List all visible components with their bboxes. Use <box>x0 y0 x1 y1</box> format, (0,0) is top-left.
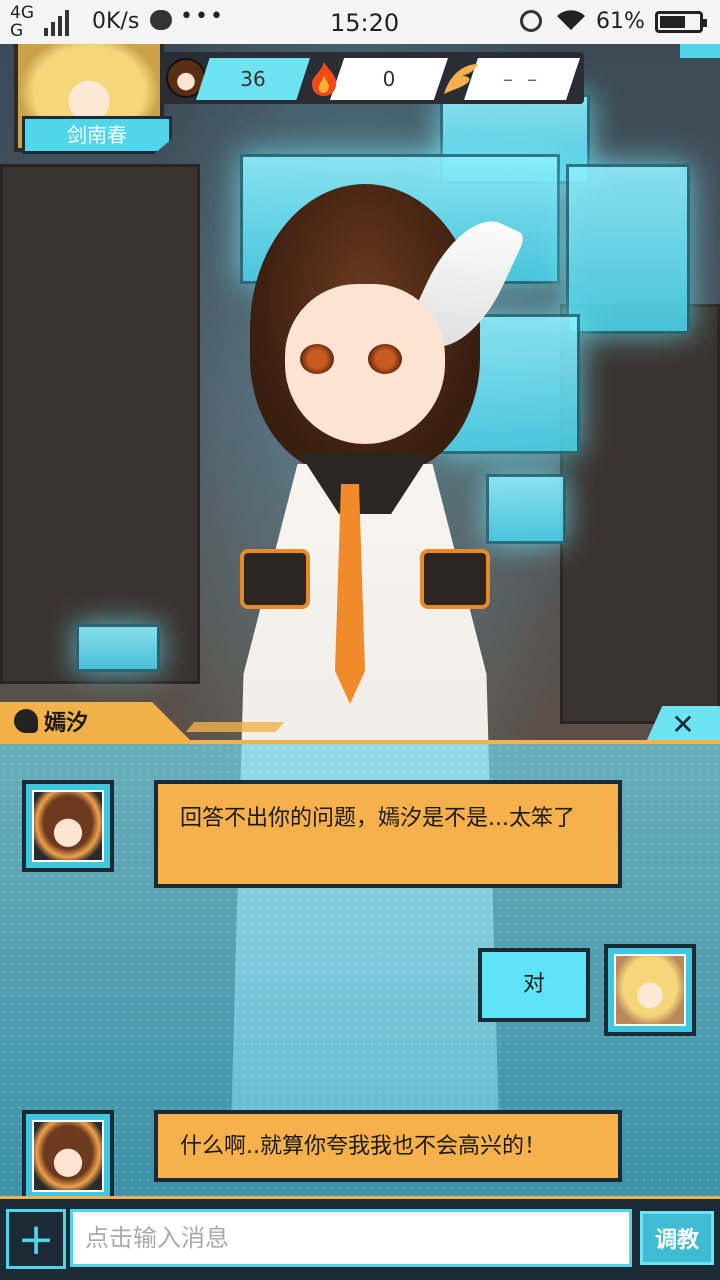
character-head-icon <box>14 709 38 733</box>
npc-portrait <box>34 1122 102 1190</box>
fire-stat: 0 <box>330 58 448 100</box>
message-input[interactable] <box>70 1209 632 1267</box>
character-eye <box>368 344 402 374</box>
battery-percent: 61% <box>596 9 645 34</box>
message-bubble-player[interactable]: 对 <box>478 948 590 1022</box>
wing-stat: – – <box>464 58 580 100</box>
status-bar: 4G G 0K/s ••• 15:20 61% <box>0 0 720 44</box>
player-name[interactable]: 剑南春 <box>22 116 172 154</box>
speaker-name: 嫣汐 <box>44 711 89 736</box>
chat-panel[interactable]: 回答不出你的问题，嫣汐是不是...太笨了 对 什么啊..就算你夸我我也不会高兴的… <box>0 740 720 1202</box>
network-type: 4G G <box>10 3 34 41</box>
npc-avatar[interactable] <box>22 780 114 872</box>
holo-screen <box>566 164 690 334</box>
clock: 15:20 <box>330 9 400 37</box>
message-bubble-npc[interactable]: 什么啊..就算你夸我我也不会高兴的！ <box>154 1110 622 1182</box>
holo-screen <box>486 474 566 544</box>
teach-button[interactable]: 调教 <box>640 1211 714 1265</box>
laptop-screen <box>76 624 160 672</box>
alarm-icon <box>520 10 542 32</box>
npc-portrait <box>34 792 102 860</box>
tag-stripe-decoration <box>185 722 285 732</box>
message-text: 回答不出你的问题，嫣汐是不是...太笨了 <box>180 806 575 831</box>
character-sleeve <box>420 549 490 609</box>
message-text: 对 <box>522 972 545 997</box>
battery-icon <box>655 11 707 33</box>
message-bubble-npc[interactable]: 回答不出你的问题，嫣汐是不是...太笨了 <box>154 780 622 888</box>
signal-icon <box>44 6 69 36</box>
wing-icon <box>444 64 478 94</box>
bookshelf-left <box>0 164 200 684</box>
network-speed: 0K/s <box>92 9 140 34</box>
more-notifications: ••• <box>180 4 225 29</box>
wifi-icon <box>557 10 585 30</box>
player-chat-avatar[interactable] <box>604 944 696 1036</box>
fire-icon <box>312 62 337 96</box>
character-eye <box>300 344 334 374</box>
corner-decoration <box>680 44 720 58</box>
level-stat: 36 <box>196 58 310 100</box>
input-bar: + 调教 <box>0 1196 720 1280</box>
player-chat-portrait <box>616 956 684 1024</box>
message-text: 什么啊..就算你夸我我也不会高兴的！ <box>180 1134 546 1159</box>
plus-button[interactable]: + <box>6 1209 66 1269</box>
message-notification-icon <box>150 10 172 30</box>
bookshelf-right <box>560 304 720 724</box>
npc-avatar[interactable] <box>22 1110 114 1202</box>
character-sleeve <box>240 549 310 609</box>
